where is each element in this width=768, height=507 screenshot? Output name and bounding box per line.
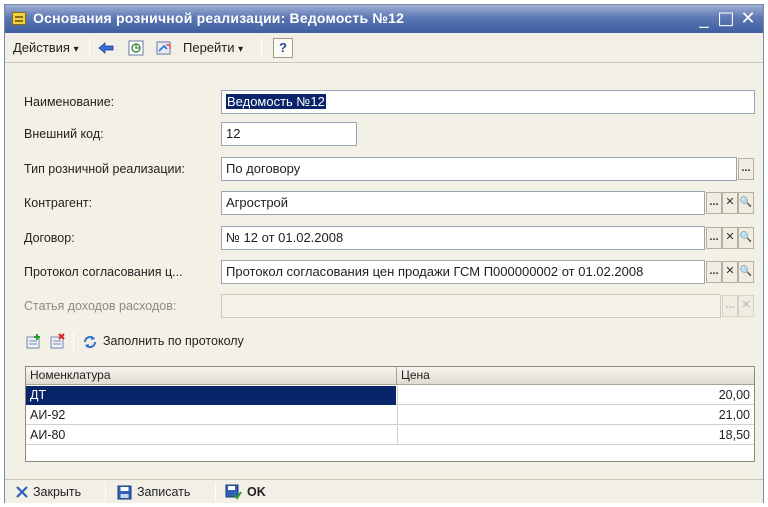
table-row[interactable]: АИ-80 18,50 (26, 426, 754, 445)
protocol-field-value: Протокол согласования цен продажи ГСМ П0… (226, 264, 644, 279)
toolbar-separator (73, 332, 74, 352)
toolbar-separator (261, 38, 262, 58)
income-item-clear-button[interactable]: ✕ (738, 295, 754, 317)
income-item-field[interactable] (221, 294, 721, 318)
maximize-button[interactable]: □ (715, 8, 737, 29)
income-item-select-button[interactable]: ... (722, 295, 738, 317)
title-bar[interactable]: Основания розничной реализации: Ведомост… (5, 5, 763, 33)
actions-menu-label: Действия (13, 40, 70, 55)
cell-nomenclature: АИ-92 (30, 408, 66, 422)
protocol-field[interactable]: Протокол согласования цен продажи ГСМ П0… (221, 260, 705, 284)
structure-icon[interactable] (127, 39, 145, 57)
chevron-down-icon: ▾ (73, 44, 79, 55)
protocol-select-button[interactable]: ... (706, 261, 722, 283)
ok-button-label: OK (247, 485, 266, 499)
save-button[interactable]: Записать (117, 480, 217, 504)
table-row[interactable]: АИ-92 21,00 (26, 406, 754, 425)
footer-separator (215, 482, 216, 502)
contract-select-button[interactable]: ... (706, 227, 722, 249)
protocol-clear-button[interactable]: ✕ (722, 261, 738, 283)
delete-row-icon[interactable] (49, 333, 67, 351)
refresh-icon (84, 336, 96, 348)
back-arrow-icon[interactable] (97, 39, 115, 57)
column-header-price[interactable]: Цена (401, 368, 430, 382)
counterparty-open-button[interactable]: 🔍 (738, 192, 754, 214)
contract-open-button[interactable]: 🔍 (738, 227, 754, 249)
add-row-icon[interactable] (25, 333, 43, 351)
contract-clear-button[interactable]: ✕ (722, 227, 738, 249)
footer-separator (105, 482, 106, 502)
sale-type-field[interactable]: По договору (221, 157, 737, 181)
actions-menu[interactable]: Действия ▾ (13, 40, 79, 55)
prices-table: Номенклатура Цена ДТ 20,00 АИ-92 21,00 А… (25, 366, 755, 462)
cell-price: 21,00 (397, 406, 754, 425)
document-window: Основания розничной реализации: Ведомост… (4, 4, 764, 503)
close-window-button[interactable]: ✕ (737, 8, 759, 29)
sale-type-field-value: По договору (226, 161, 301, 176)
counterparty-label: Контрагент: (24, 196, 93, 210)
floppy-disk-icon (117, 485, 132, 500)
table-header: Номенклатура Цена (26, 367, 754, 385)
close-button-label: Закрыть (33, 485, 82, 499)
contract-label: Договор: (24, 231, 75, 245)
cell-price: 20,00 (397, 386, 754, 405)
ext-code-label: Внешний код: (24, 127, 104, 141)
name-field-value: Ведомость №12 (226, 94, 326, 109)
toolbar-separator (89, 38, 90, 58)
protocol-open-button[interactable]: 🔍 (738, 261, 754, 283)
cell-nomenclature: ДТ (26, 386, 396, 405)
counterparty-select-button[interactable]: ... (706, 192, 722, 214)
counterparty-field[interactable]: Агрострой (221, 191, 705, 215)
income-item-label: Статья доходов расходов: (24, 299, 177, 313)
table-row[interactable]: ДТ 20,00 (26, 386, 754, 405)
goto-menu-label: Перейти (183, 40, 235, 55)
sale-type-select-button[interactable]: ... (738, 158, 754, 180)
window-title: Основания розничной реализации: Ведомост… (33, 10, 405, 26)
help-button[interactable]: ? (273, 38, 293, 58)
close-button[interactable]: Закрыть (15, 480, 101, 504)
ext-code-field[interactable]: 12 (221, 122, 357, 146)
column-divider[interactable] (396, 367, 397, 385)
counterparty-field-value: Агрострой (226, 195, 289, 210)
contract-field-value: № 12 от 01.02.2008 (226, 230, 344, 245)
counterparty-clear-button[interactable]: ✕ (722, 192, 738, 214)
name-label: Наименование: (24, 95, 115, 109)
contract-field[interactable]: № 12 от 01.02.2008 (221, 226, 705, 250)
toolbar: Действия ▾ Перейти ▾ ? (5, 33, 763, 63)
table-toolbar: Заполнить по протоколу (5, 330, 763, 354)
cell-price: 18,50 (397, 426, 754, 445)
column-header-nomenclature[interactable]: Номенклатура (30, 368, 111, 382)
movements-icon[interactable] (155, 39, 173, 57)
document-icon (12, 12, 26, 25)
ext-code-field-value: 12 (226, 126, 241, 141)
sale-type-label: Тип розничной реализации: (24, 162, 185, 176)
save-button-label: Записать (137, 485, 191, 499)
cell-nomenclature: АИ-80 (30, 428, 66, 442)
close-icon (16, 486, 28, 498)
chevron-down-icon: ▾ (238, 44, 244, 55)
protocol-label: Протокол согласования ц... (24, 265, 183, 279)
save-and-close-icon (225, 484, 242, 500)
name-field[interactable]: Ведомость №12 (221, 90, 755, 114)
goto-menu[interactable]: Перейти ▾ (183, 40, 243, 55)
footer-bar: Закрыть Записать OK (5, 479, 763, 503)
fill-by-protocol-label: Заполнить по протоколу (103, 334, 244, 348)
ok-button[interactable]: OK (225, 480, 285, 504)
minimize-button[interactable]: _ (693, 8, 715, 29)
